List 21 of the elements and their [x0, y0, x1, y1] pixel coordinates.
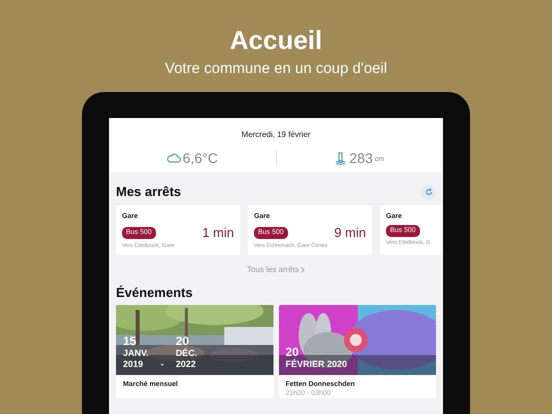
event-date: JANV. [123, 348, 149, 359]
event-date: FÉVRIER 2020 [286, 359, 348, 370]
event-date: DÉC. [176, 348, 198, 359]
page-subtitle: Votre commune en un coup d'oeil [164, 60, 388, 78]
date-separator: - [160, 359, 164, 370]
temperature: 6,6°C [182, 150, 218, 166]
event-date: 20 [286, 346, 300, 359]
departure-time: 9 min [334, 225, 366, 240]
event-date: 2019 [123, 359, 144, 370]
departure-time: 1 min [202, 225, 234, 240]
page-title: Accueil [230, 24, 322, 56]
cloud-icon [166, 153, 181, 163]
water-gauge-icon [335, 152, 348, 164]
water-level: 283 [349, 150, 373, 166]
section-title: Événements [115, 285, 194, 301]
event-date: 2022 [176, 359, 197, 370]
refresh-button[interactable] [421, 184, 436, 200]
refresh-icon [424, 188, 432, 196]
date-label: Mercredi, 19 février [242, 130, 310, 140]
chevron-right-icon [301, 267, 306, 273]
section-title: Mes arrêts [116, 184, 182, 200]
